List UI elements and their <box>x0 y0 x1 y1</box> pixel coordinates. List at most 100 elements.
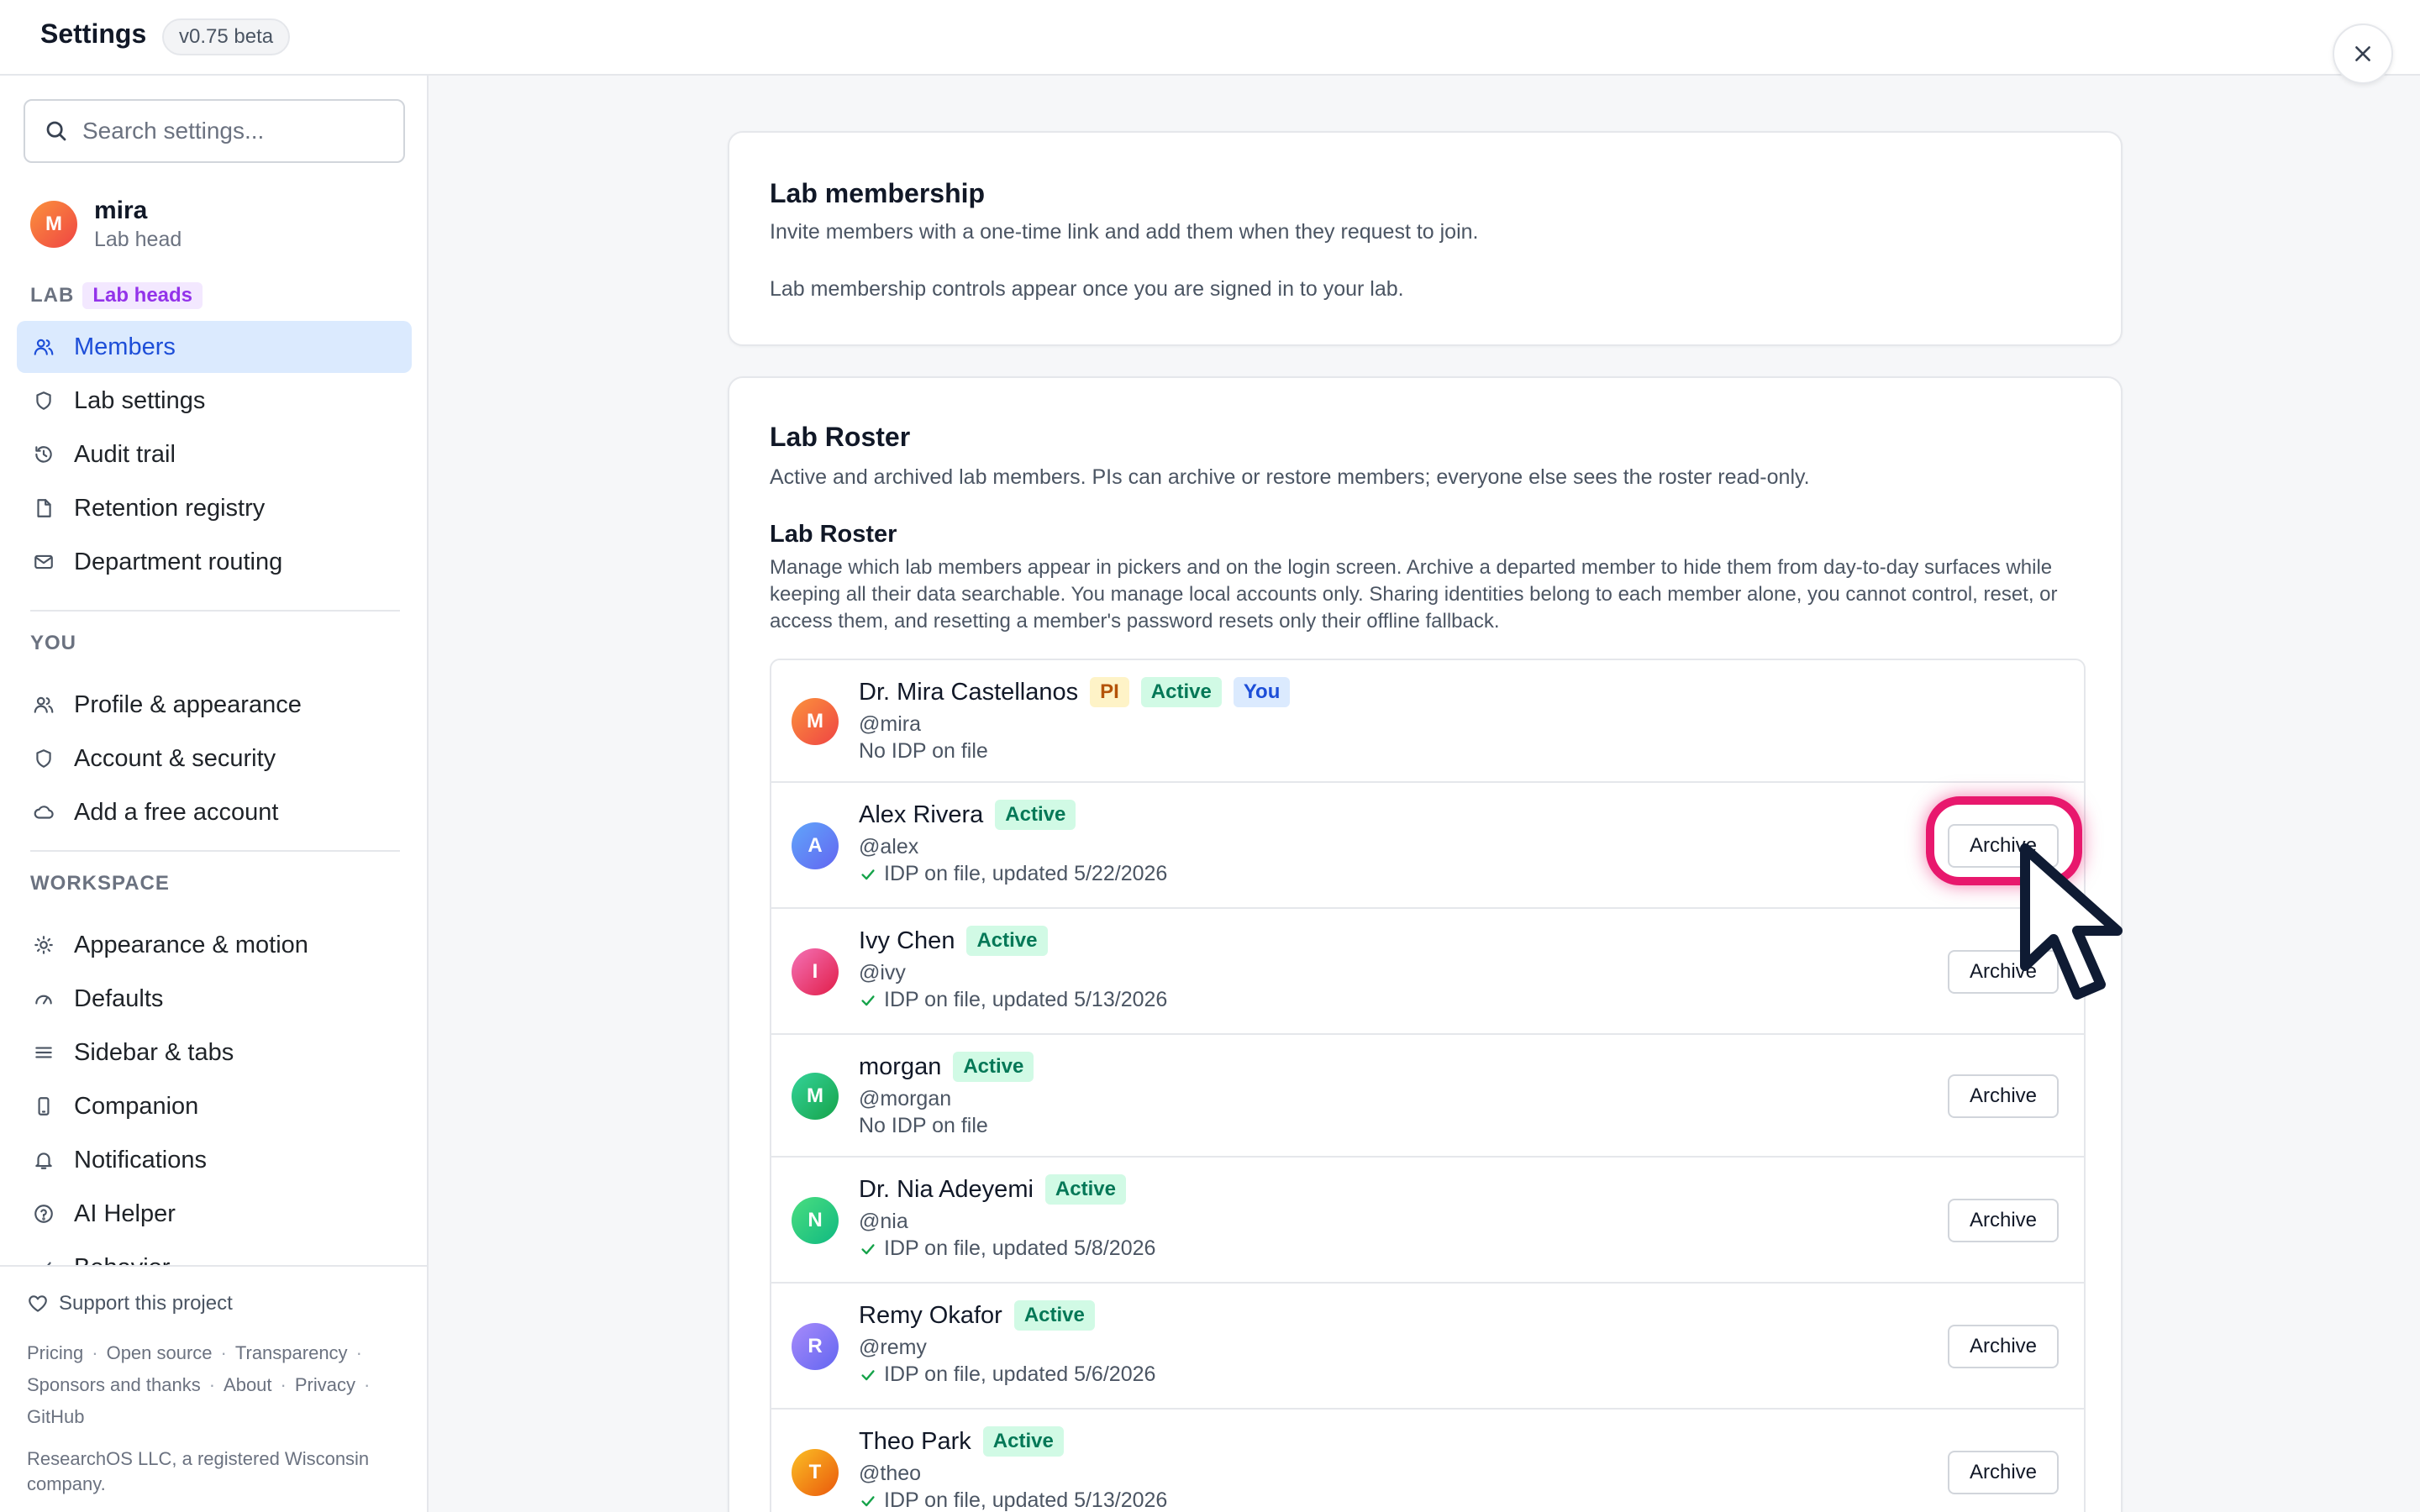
cloud-icon <box>34 806 54 819</box>
member-name: Ivy Chen <box>859 927 955 954</box>
card-title: Lab Roster <box>770 422 911 452</box>
active-badge: Active <box>1044 1174 1126 1205</box>
avatar: M <box>792 1073 839 1120</box>
footer-links: Pricing · Open source · Transparency · Sponsor… <box>27 1342 371 1427</box>
member-handle: @nia <box>859 1210 908 1233</box>
card-description: Active and archived lab members. PIs can… <box>770 465 1810 489</box>
user-name: mira <box>94 197 148 224</box>
sidebar-item-appearance-and-motion[interactable]: Appearance & motion <box>17 919 412 971</box>
member-idp-status: IDP on file, updated 5/6/2026 <box>884 1362 1156 1386</box>
avatar: I <box>792 948 839 995</box>
member-name: Alex Rivera <box>859 801 984 828</box>
sidebar-item-profile-and-appearance[interactable]: Profile & appearance <box>17 679 412 731</box>
sidebar-item-label: Department routing <box>74 548 283 575</box>
sidebar-item-retention-registry[interactable]: Retention registry <box>17 482 412 534</box>
footer-link-privacy[interactable]: Privacy <box>295 1374 355 1395</box>
nav-icon <box>32 801 55 824</box>
sidebar-item-label: Companion <box>74 1092 199 1120</box>
sidebar-item-label: Notifications <box>74 1146 207 1173</box>
section-label-lab: LAB Lab heads <box>30 282 203 309</box>
archive-button[interactable]: Archive <box>1948 1199 2059 1242</box>
nav-icon <box>32 693 55 717</box>
member-name: Theo Park <box>859 1427 971 1455</box>
avatar: M <box>792 698 839 745</box>
sidebar-item-companion[interactable]: Companion <box>17 1080 412 1132</box>
file-icon <box>37 499 51 517</box>
active-badge: Active <box>966 926 1048 956</box>
nav-icon <box>32 987 55 1011</box>
member-row: I Ivy Chen Active @ivy IDP on file, updated … <box>771 909 2084 1035</box>
version-badge: v0.75 beta <box>162 18 291 55</box>
sidebar-item-label: Sidebar & tabs <box>74 1038 234 1066</box>
member-handle: @ivy <box>859 961 906 984</box>
footer-link-open-source[interactable]: Open source <box>107 1342 213 1363</box>
archive-button[interactable]: Archive <box>1948 1074 2059 1118</box>
sidebar-item-sidebar-and-tabs[interactable]: Sidebar & tabs <box>17 1026 412 1079</box>
section-label-text: LAB <box>30 284 75 307</box>
sidebar-item-notifications[interactable]: Notifications <box>17 1134 412 1186</box>
you-badge: You <box>1233 677 1291 707</box>
divider <box>30 850 400 852</box>
cursor-arrow-icon <box>2020 843 2123 1000</box>
sidebar-item-label: Add a free account <box>74 798 279 826</box>
shield-icon <box>36 391 51 410</box>
avatar: T <box>792 1449 839 1496</box>
close-icon <box>2355 46 2370 61</box>
archive-button[interactable]: Archive <box>1948 1451 2059 1494</box>
card-title: Lab membership <box>770 178 986 208</box>
sidebar-item-ai-helper[interactable]: AI Helper <box>17 1188 412 1240</box>
users-icon <box>34 696 54 713</box>
close-button[interactable] <box>2333 24 2393 84</box>
nav-icon <box>32 389 55 412</box>
check-icon <box>861 1243 875 1254</box>
avatar: A <box>792 822 839 869</box>
sidebar-item-add-a-free-account[interactable]: Add a free account <box>17 786 412 838</box>
active-badge: Active <box>1140 677 1222 707</box>
sidebar-item-lab-settings[interactable]: Lab settings <box>17 375 412 427</box>
search-box[interactable] <box>24 99 405 163</box>
sidebar-item-audit-trail[interactable]: Audit trail <box>17 428 412 480</box>
users-icon <box>34 339 54 355</box>
member-handle: @alex <box>859 835 919 858</box>
sidebar-item-label: Audit trail <box>74 440 176 468</box>
member-row: M Dr. Mira Castellanos PI Active You @mira No … <box>771 660 2084 783</box>
sidebar-item-label: Members <box>74 333 176 360</box>
footer-link-github[interactable]: GitHub <box>27 1406 84 1427</box>
card-description: Invite members with a one-time link and … <box>770 220 1479 244</box>
archive-button[interactable]: Archive <box>1948 1325 2059 1368</box>
member-idp-status: IDP on file, updated 5/13/2026 <box>884 1488 1168 1512</box>
footer-link-pricing[interactable]: Pricing <box>27 1342 83 1363</box>
phone-icon <box>38 1097 50 1116</box>
lab-heads-badge: Lab heads <box>82 282 203 309</box>
nav-icon <box>32 747 55 770</box>
support-link[interactable]: Support this project <box>27 1292 233 1315</box>
member-row: T Theo Park Active @theo IDP on file, update… <box>771 1410 2084 1512</box>
history-icon <box>35 446 52 463</box>
help-circle-icon <box>34 1205 53 1223</box>
member-row: N Dr. Nia Adeyemi Active @nia IDP on file, u… <box>771 1158 2084 1284</box>
nav-icon <box>32 1202 55 1226</box>
search-input[interactable] <box>82 118 402 144</box>
member-name: Dr. Mira Castellanos <box>859 678 1079 706</box>
footer-link-transparency[interactable]: Transparency <box>235 1342 348 1363</box>
sidebar-item-department-routing[interactable]: Department routing <box>17 536 412 588</box>
mail-icon <box>34 554 53 570</box>
sidebar-item-members[interactable]: Members <box>17 321 412 373</box>
member-idp-status: IDP on file, updated 5/13/2026 <box>884 988 1168 1011</box>
member-handle: @mira <box>859 712 921 736</box>
sidebar-item-label: Account & security <box>74 744 276 772</box>
sun-icon <box>34 936 53 954</box>
sidebar-item-label: Profile & appearance <box>74 690 302 718</box>
footer-link-about[interactable]: About <box>224 1374 272 1395</box>
sidebar-item-account-and-security[interactable]: Account & security <box>17 732 412 785</box>
menu-icon <box>35 1047 52 1058</box>
active-badge: Active <box>982 1426 1064 1457</box>
member-handle: @morgan <box>859 1087 952 1110</box>
sidebar-item-label: Retention registry <box>74 494 266 522</box>
active-badge: Active <box>1013 1300 1095 1331</box>
sidebar-item-defaults[interactable]: Defaults <box>17 973 412 1025</box>
roster-description: Manage which lab members appear in picke… <box>770 556 2058 633</box>
sidebar-item-label: Appearance & motion <box>74 931 308 958</box>
footer-link-sponsors[interactable]: Sponsors and thanks <box>27 1374 201 1395</box>
avatar: N <box>792 1197 839 1244</box>
